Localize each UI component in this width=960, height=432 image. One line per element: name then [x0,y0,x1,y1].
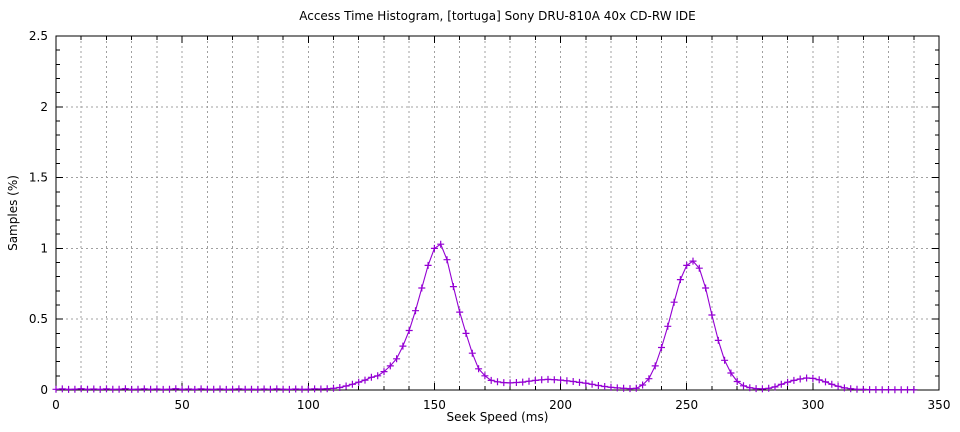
x-tick-label: 50 [174,398,189,412]
y-tick-label: 0.5 [29,312,48,326]
x-tick-label: 200 [549,398,572,412]
x-tick-label: 0 [52,398,60,412]
y-tick-label: 2.5 [29,29,48,43]
y-tick-label: 1 [40,241,48,255]
access-time-histogram-chart: Access Time Histogram, [tortuga] Sony DR… [0,0,960,432]
x-tick-label: 100 [297,398,320,412]
y-tick-label: 2 [40,100,48,114]
y-tick-label: 0 [40,383,48,397]
x-tick-label: 350 [928,398,951,412]
x-tick-label: 250 [675,398,698,412]
x-tick-label: 150 [423,398,446,412]
y-tick-label: 1.5 [29,171,48,185]
plot-border [56,36,939,390]
plot-canvas: 0 50 100 150 200 250 300 350 0 0.5 1 1.5 2 2.5 [0,0,960,432]
x-tick-label: 300 [801,398,824,412]
